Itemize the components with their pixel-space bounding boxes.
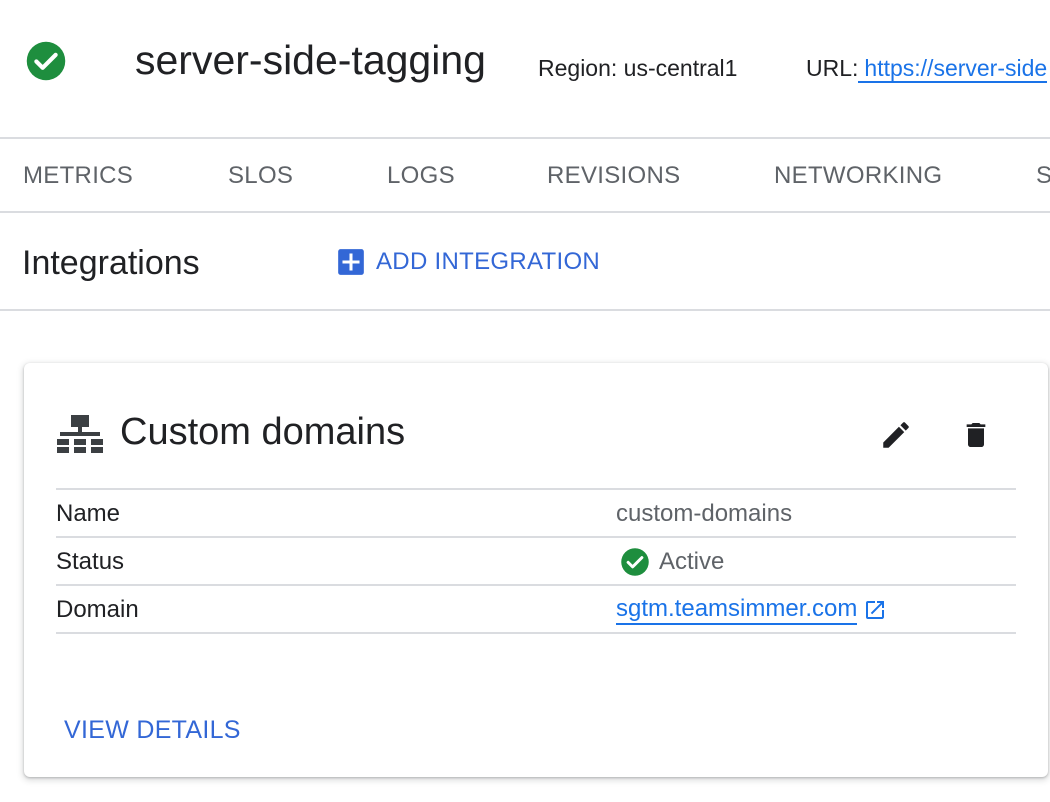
row-key-name: Name <box>56 500 121 527</box>
service-url: URL: https://server-side <box>806 53 1048 83</box>
integrations-bar: Integrations ADD INTEGRATION <box>0 213 1050 311</box>
url-label: URL: <box>806 55 859 81</box>
table-row: Name custom-domains <box>56 490 1016 538</box>
table-row: Domain sgtm.teamsimmer.com <box>56 586 1016 634</box>
row-value-domain: sgtm.teamsimmer.com <box>616 595 887 625</box>
view-details-button[interactable]: VIEW DETAILS <box>64 715 241 745</box>
tab-slos[interactable]: SLOS <box>228 161 293 191</box>
name-value: custom-domains <box>616 500 793 527</box>
domain-link[interactable]: sgtm.teamsimmer.com <box>616 595 858 625</box>
tab-truncated[interactable]: S <box>1036 161 1050 191</box>
plus-box-icon <box>338 249 364 275</box>
pencil-icon[interactable] <box>879 418 913 452</box>
row-value-name: custom-domains <box>616 499 792 529</box>
check-circle-icon <box>621 548 649 576</box>
tab-networking[interactable]: NETWORKING <box>774 161 942 191</box>
integrations-title: Integrations <box>22 244 200 282</box>
check-circle-icon <box>26 41 66 81</box>
status-value: Active <box>659 548 725 575</box>
sitemap-icon <box>57 415 103 453</box>
service-header: server-side-tagging Region: us-central1 … <box>0 0 1050 139</box>
details-table: Name custom-domains Status Active Domain… <box>56 488 1016 634</box>
add-integration-label: ADD INTEGRATION <box>376 248 601 275</box>
tab-logs[interactable]: LOGS <box>387 161 455 191</box>
trash-icon[interactable] <box>960 418 992 452</box>
open-in-new-icon[interactable] <box>863 598 887 622</box>
tab-revisions[interactable]: REVISIONS <box>547 161 680 191</box>
row-value-status: Active <box>616 547 724 577</box>
table-row: Status Active <box>56 538 1016 586</box>
custom-domains-card: Custom domains Name custom-domains Statu… <box>24 363 1048 777</box>
tab-metrics[interactable]: METRICS <box>23 161 133 191</box>
region-text: Region: us-central1 <box>538 55 738 81</box>
row-key-domain: Domain <box>56 596 139 623</box>
service-url-link[interactable]: https://server-side <box>858 55 1048 83</box>
service-name: server-side-tagging <box>135 37 486 83</box>
tab-bar: METRICS SLOS LOGS REVISIONS NETWORKING S <box>0 139 1050 213</box>
add-integration-button[interactable]: ADD INTEGRATION <box>337 247 600 277</box>
card-title: Custom domains <box>120 411 406 453</box>
row-key-status: Status <box>56 548 125 575</box>
